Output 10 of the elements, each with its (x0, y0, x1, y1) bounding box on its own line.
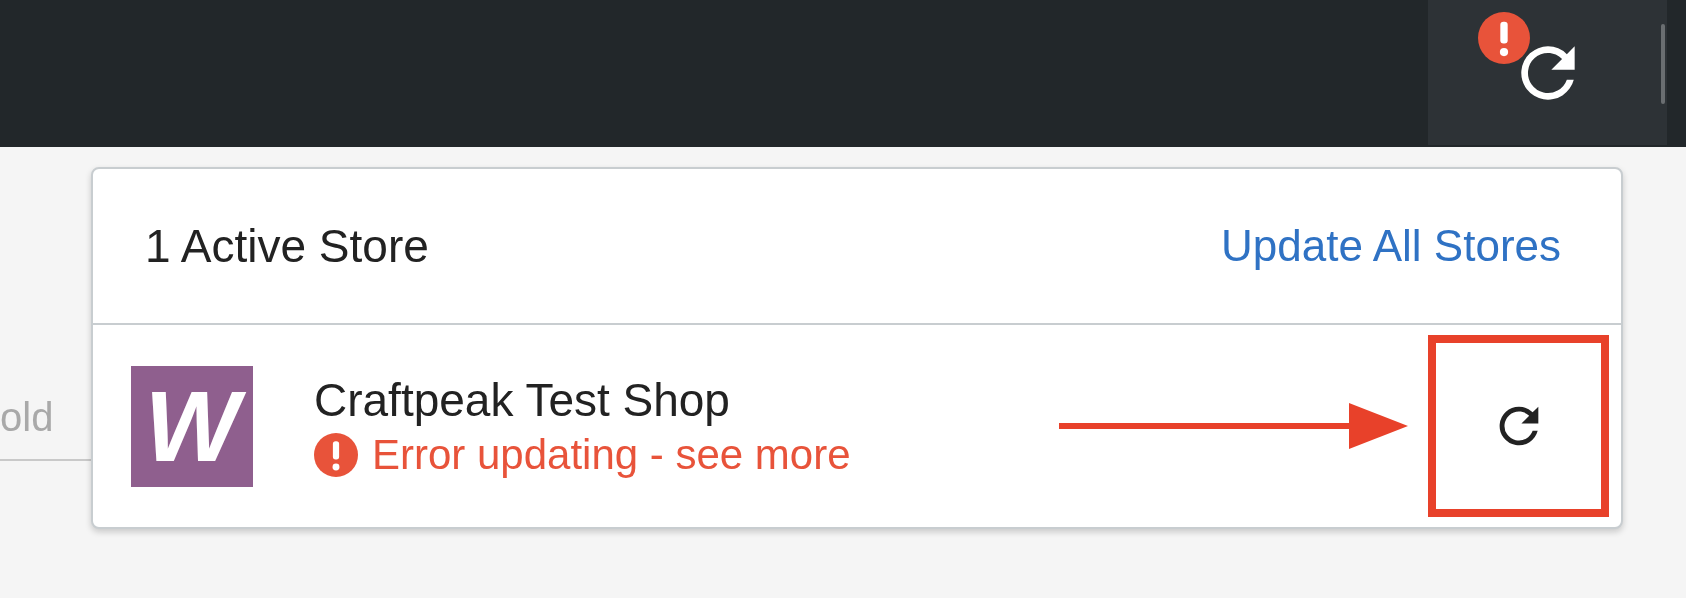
store-logo: W (131, 365, 253, 487)
store-refresh-button[interactable] (1428, 335, 1609, 517)
popup-title: 1 Active Store (145, 219, 429, 273)
status-message[interactable]: Error updating - see more (314, 431, 851, 479)
update-all-link[interactable]: Update All Stores (1221, 221, 1561, 271)
sync-button[interactable] (1428, 0, 1667, 145)
field-value: old (0, 394, 54, 440)
store-name: Craftpeak Test Shop (314, 373, 731, 427)
scrollbar-thumb[interactable] (1661, 24, 1665, 104)
alert-icon (314, 433, 358, 477)
